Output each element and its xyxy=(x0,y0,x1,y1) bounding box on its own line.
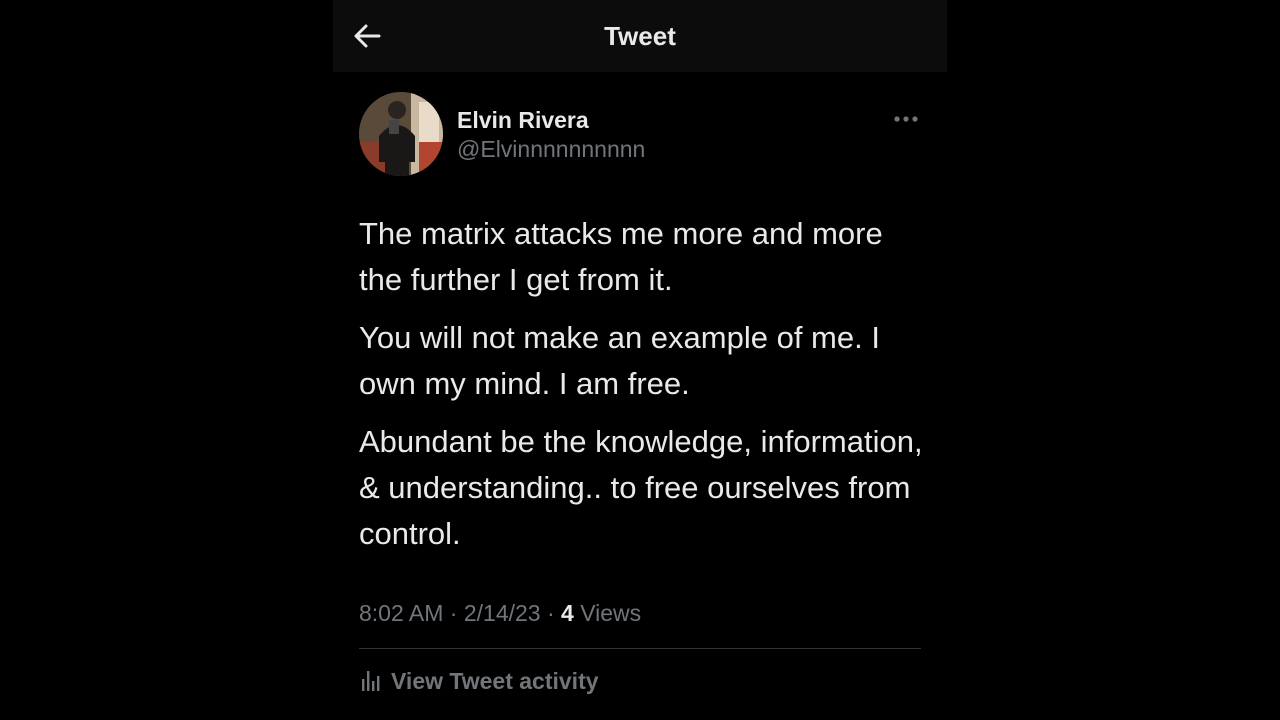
more-options-button[interactable] xyxy=(889,108,923,130)
tweet-detail-column: Tweet Elvin Rivera @Elvinnnnnnnnnn The m… xyxy=(333,0,947,720)
tweet-paragraph: You will not make an example of me. I ow… xyxy=(359,320,880,401)
page-title: Tweet xyxy=(604,21,676,51)
views-label: Views xyxy=(580,600,642,626)
view-tweet-activity-button[interactable]: View Tweet activity xyxy=(359,664,599,698)
avatar-photo xyxy=(359,92,443,176)
top-bar: Tweet xyxy=(333,0,947,72)
analytics-icon xyxy=(362,671,380,691)
tweet-paragraph: The matrix attacks me more and more the … xyxy=(359,216,883,297)
meta-separator: · xyxy=(449,600,458,626)
more-horizontal-icon xyxy=(894,116,918,122)
tweet-time[interactable]: 8:02 AM xyxy=(359,600,443,626)
tweet-paragraph: Abundant be the knowledge, information, … xyxy=(359,424,923,551)
tweet-body: The matrix attacks me more and more the … xyxy=(359,211,929,569)
tweet-date[interactable]: 2/14/23 xyxy=(464,600,541,626)
meta-separator: · xyxy=(546,600,555,626)
view-tweet-activity-label: View Tweet activity xyxy=(391,668,599,694)
tweet-metadata: 8:02 AM · 2/14/23 · 4 Views xyxy=(359,597,641,629)
author-name[interactable]: Elvin Rivera xyxy=(457,105,589,135)
divider xyxy=(359,648,921,649)
author-handle[interactable]: @Elvinnnnnnnnnn xyxy=(457,134,645,164)
views-count: 4 xyxy=(561,600,574,626)
avatar[interactable] xyxy=(359,92,443,176)
